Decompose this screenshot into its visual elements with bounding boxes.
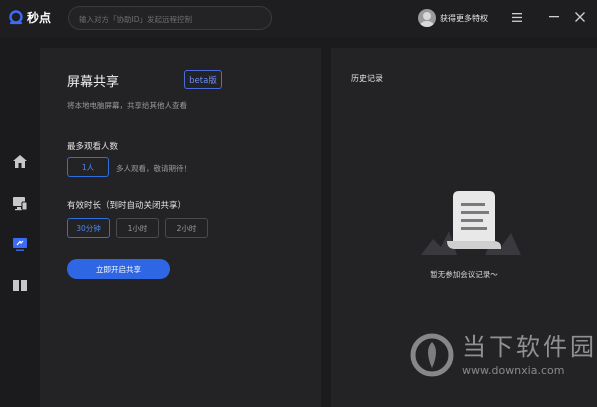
- page-title: 屏幕共享: [67, 75, 120, 90]
- book-icon: [13, 279, 27, 291]
- empty-document-icon: [421, 191, 521, 255]
- close-icon: [575, 12, 585, 22]
- sidebar-item-screen-share[interactable]: [11, 235, 29, 253]
- sidebar-item-remote[interactable]: [11, 194, 29, 212]
- privilege-link[interactable]: 获得更多特权: [440, 13, 488, 24]
- search-input[interactable]: [69, 8, 271, 31]
- watermark: 当下软件园 www.downxia.com: [410, 330, 597, 380]
- app-logo: 秒点: [8, 9, 51, 26]
- history-empty-text: 暂无参加会议记录～: [430, 270, 498, 279]
- duration-option-1h[interactable]: 1小时: [116, 218, 159, 238]
- search-box[interactable]: [68, 6, 272, 31]
- history-title: 历史记录: [351, 74, 383, 83]
- minimize-button[interactable]: [547, 10, 561, 24]
- app-name: 秒点: [27, 11, 52, 25]
- sidebar-item-book[interactable]: [11, 276, 29, 294]
- watermark-name: 当下软件园: [462, 333, 597, 361]
- screen-share-panel: 屏幕共享 beta版 将本地电脑屏幕，共享给其他人查看 最多观看人数 1人 多人…: [40, 48, 321, 407]
- screen-share-icon: [13, 237, 27, 251]
- sidebar-item-home[interactable]: [11, 152, 29, 170]
- menu-icon: [512, 12, 522, 22]
- max-viewers-option[interactable]: 1人: [67, 157, 109, 177]
- close-button[interactable]: [573, 10, 587, 24]
- sidebar: [0, 38, 40, 407]
- minimize-icon: [549, 16, 559, 18]
- start-share-button[interactable]: 立即开启共享: [67, 259, 170, 279]
- title-bar: 秒点 获得更多特权: [0, 0, 597, 38]
- remote-device-icon: [13, 196, 28, 210]
- duration-option-30min[interactable]: 30分钟: [67, 218, 110, 238]
- user-area[interactable]: 获得更多特权: [418, 9, 488, 27]
- menu-button[interactable]: [510, 10, 524, 24]
- page-subtitle: 将本地电脑屏幕，共享给其他人查看: [67, 101, 187, 110]
- home-icon: [13, 154, 27, 168]
- beta-badge: beta版: [184, 70, 222, 89]
- logo-icon: [9, 9, 23, 24]
- duration-option-2h[interactable]: 2小时: [165, 218, 208, 238]
- max-viewers-label: 最多观看人数: [67, 142, 119, 152]
- duration-label: 有效时长（到时自动关闭共享）: [67, 201, 187, 211]
- watermark-url: www.downxia.com: [462, 364, 565, 377]
- watermark-logo-icon: [410, 333, 454, 377]
- max-viewers-hint: 多人观看，敬请期待！: [116, 164, 191, 173]
- avatar[interactable]: [418, 9, 436, 27]
